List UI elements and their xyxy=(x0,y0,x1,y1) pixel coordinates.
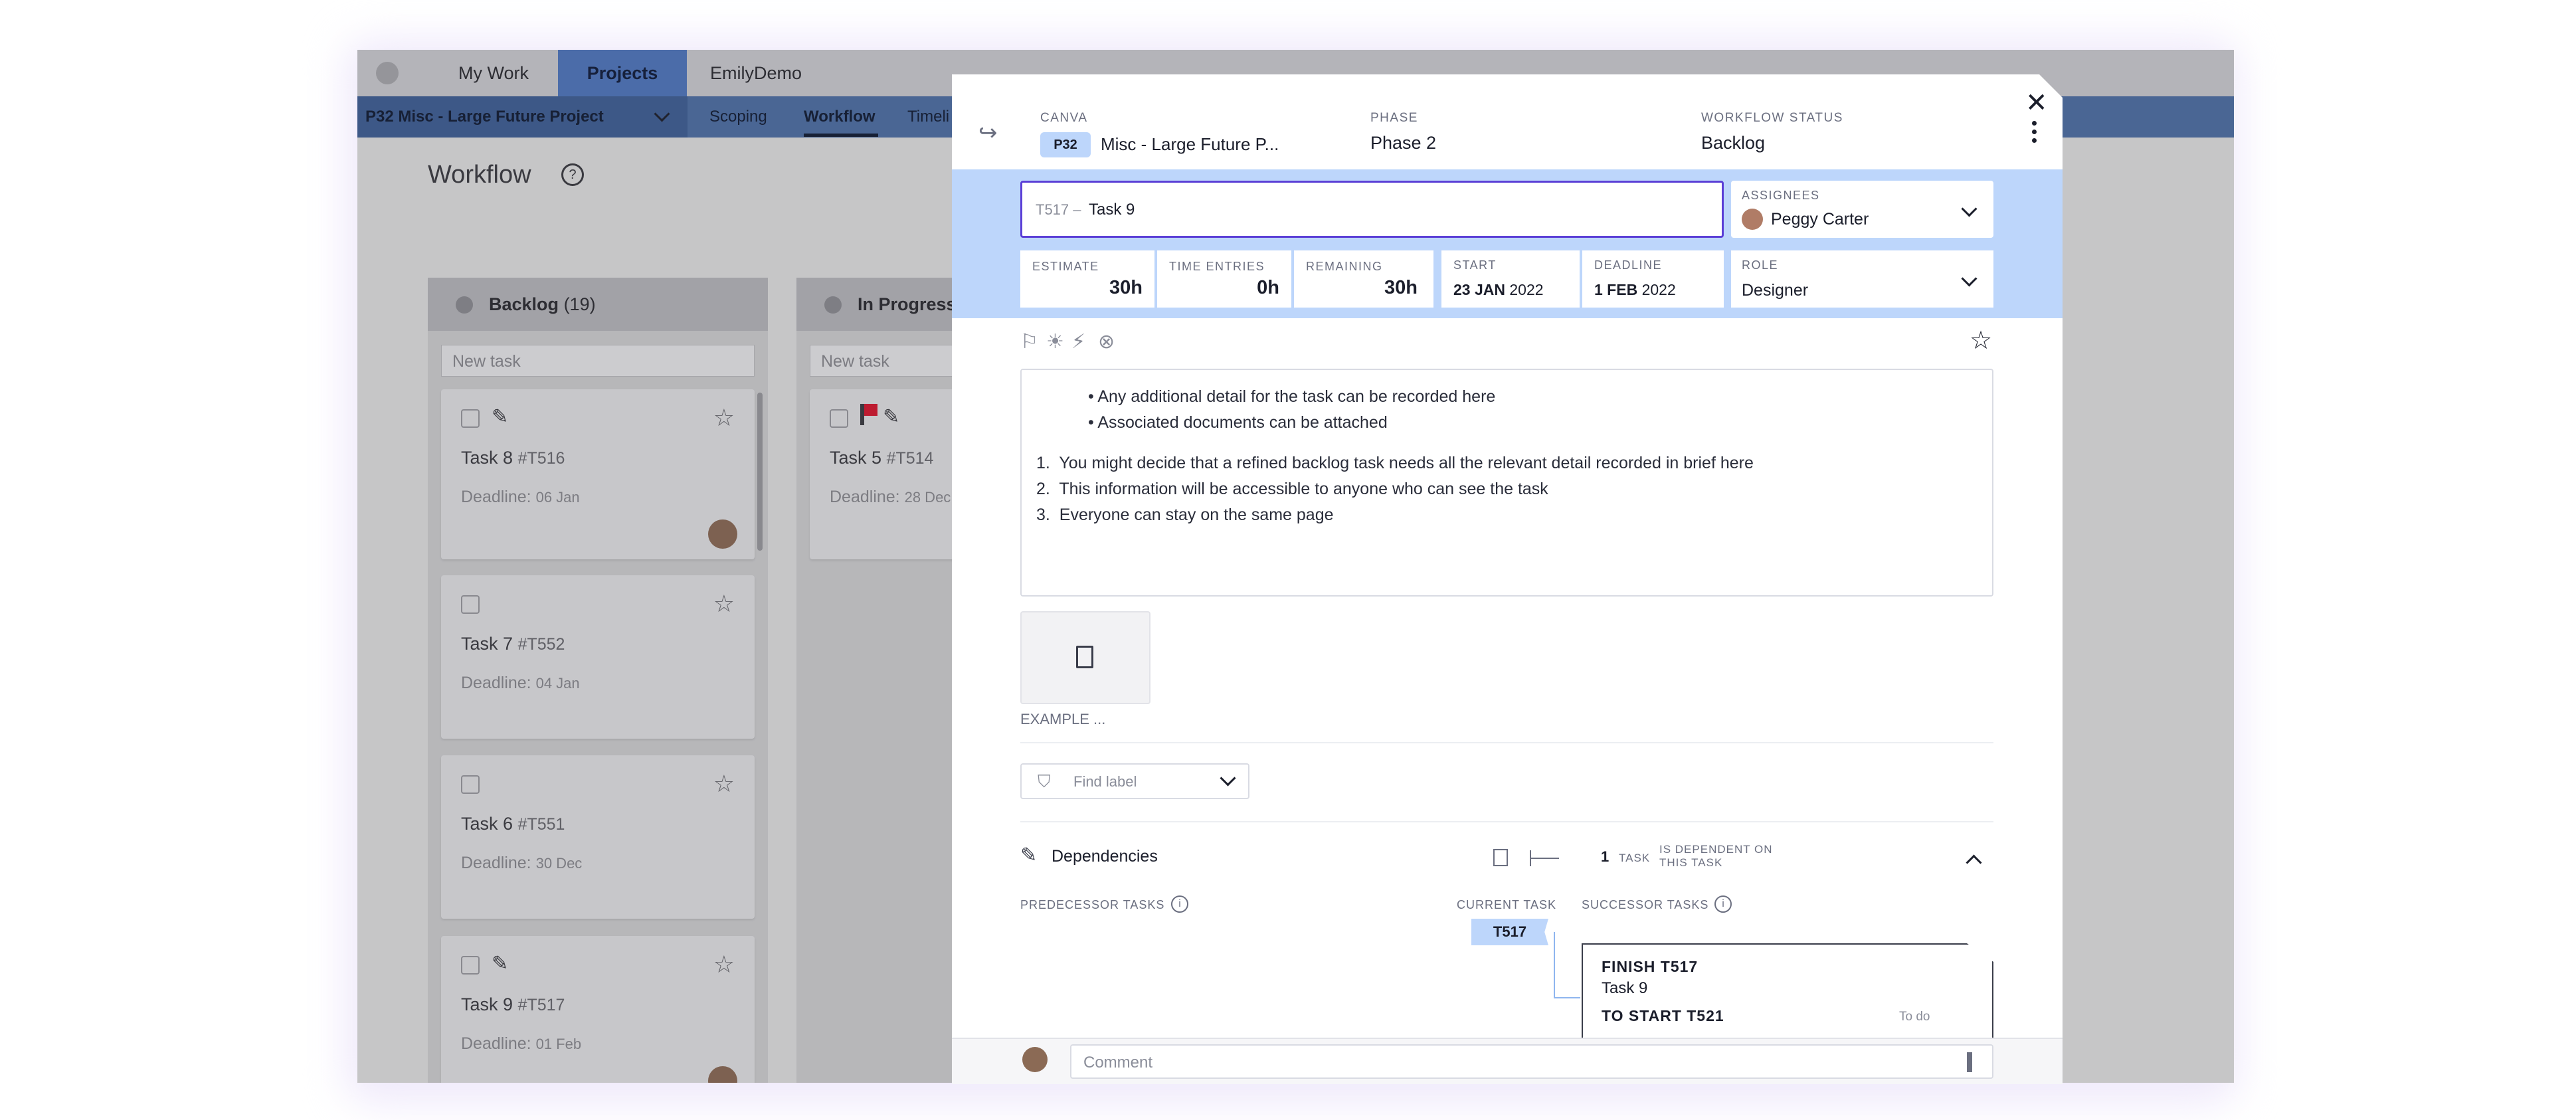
comment-bar: Comment xyxy=(952,1038,2063,1084)
deadline-label: DEADLINE xyxy=(1594,258,1663,272)
start-day: 23 JAN xyxy=(1453,281,1505,298)
close-icon[interactable]: ✕ xyxy=(2025,88,2048,118)
bullet-item: Associated documents can be attached xyxy=(1097,413,1388,432)
start-year: 2022 xyxy=(1509,281,1544,298)
time-entries-value: 0h xyxy=(1257,277,1279,298)
time-entries-label: TIME ENTRIES xyxy=(1169,260,1265,273)
task-name-field[interactable]: T517 – Task 9 xyxy=(1020,181,1724,238)
star-icon[interactable]: ☆ xyxy=(1970,326,1992,355)
numbered-item: Everyone can stay on the same page xyxy=(1059,506,1334,524)
finish-task: Task 9 xyxy=(1602,979,1648,997)
assignees-dropdown[interactable]: ASSIGNEES Peggy Carter xyxy=(1731,181,1993,238)
estimate-label: ESTIMATE xyxy=(1032,260,1099,273)
role-label: ROLE xyxy=(1742,258,1779,272)
blocked-icon[interactable]: ⚡ xyxy=(1071,330,1085,353)
numbered-item: This information will be accessible to a… xyxy=(1059,480,1548,498)
dependency-link-bar xyxy=(1530,850,1531,866)
dependent-unit: TASK xyxy=(1619,852,1651,864)
attachment-thumbnail[interactable] xyxy=(1020,611,1150,704)
task-id-prefix: T517 – xyxy=(1036,201,1081,218)
divider xyxy=(1020,742,1993,743)
cancel-icon[interactable]: ⊗ xyxy=(1098,330,1115,353)
divider xyxy=(1020,821,1993,822)
bullet-item: Any additional detail for the task can b… xyxy=(1097,387,1496,406)
bullet-list: • Any additional detail for the task can… xyxy=(1088,387,1496,432)
numbered-item: You might decide that a refined backlog … xyxy=(1059,454,1754,472)
remaining-field[interactable]: REMAINING 30h xyxy=(1294,250,1433,308)
avatar xyxy=(1742,209,1763,230)
task-name-value[interactable]: Task 9 xyxy=(1089,201,1135,219)
comment-placeholder: Comment xyxy=(1083,1054,1153,1072)
find-label-dropdown[interactable]: ⛉ Find label xyxy=(1020,763,1249,799)
assignees-label: ASSIGNEES xyxy=(1742,189,1820,202)
task-modal: ↪ CANVA P32 Misc - Large Future P... PHA… xyxy=(952,74,2063,1084)
more-options-icon[interactable] xyxy=(2032,121,2037,143)
tag-icon: ⛉ xyxy=(1038,771,1051,791)
time-entries-field[interactable]: TIME ENTRIES 0h xyxy=(1157,250,1291,308)
share-icon[interactable]: ↪ xyxy=(978,120,998,146)
start-label: START xyxy=(1453,258,1497,272)
find-label-placeholder: Find label xyxy=(1073,773,1137,790)
current-task-label: CURRENT TASK xyxy=(1457,898,1557,911)
successor-status: To do xyxy=(1899,1010,1930,1024)
deadline-day: 1 FEB xyxy=(1594,281,1638,298)
resize-handle[interactable] xyxy=(1967,1052,1972,1072)
phase-label: PHASE xyxy=(1370,111,1418,125)
deadline-year: 2022 xyxy=(1641,281,1676,298)
info-icon[interactable]: i xyxy=(1714,895,1732,913)
bug-icon[interactable]: ☀ xyxy=(1046,330,1064,353)
estimate-field[interactable]: ESTIMATE 30h xyxy=(1020,250,1154,308)
project-name[interactable]: Misc - Large Future P... xyxy=(1101,134,1279,155)
current-task-chip[interactable]: T517 xyxy=(1471,919,1548,945)
finish-line: FINISH T517 xyxy=(1602,958,1699,975)
remaining-label: REMAINING xyxy=(1306,260,1383,273)
file-icon xyxy=(1076,646,1093,668)
successor-label: SUCCESSOR TASKS xyxy=(1582,898,1709,911)
chevron-down-icon xyxy=(1220,770,1236,787)
attachment-name[interactable]: EXAMPLE ... xyxy=(1020,711,1105,728)
collapse-icon[interactable] xyxy=(1966,854,1982,871)
dependent-count: 1 xyxy=(1601,848,1610,865)
comment-input[interactable]: Comment xyxy=(1070,1044,1993,1079)
estimate-value: 30h xyxy=(1109,277,1143,298)
assignee-name: Peggy Carter xyxy=(1771,210,1869,229)
chevron-down-icon xyxy=(1961,270,1978,287)
start-line: TO START T521 xyxy=(1602,1007,1724,1024)
connector-line xyxy=(1554,932,1555,997)
avatar xyxy=(1022,1047,1048,1072)
deadline-field[interactable]: DEADLINE 1 FEB 2022 xyxy=(1582,250,1724,308)
role-dropdown[interactable]: ROLE Designer xyxy=(1731,250,1993,308)
remaining-value: 30h xyxy=(1384,277,1418,298)
predecessor-label: PREDECESSOR TASKS xyxy=(1020,898,1165,911)
description-editor[interactable]: • Any additional detail for the task can… xyxy=(1020,369,1993,597)
connector-line xyxy=(1554,997,1580,998)
page-icon xyxy=(1493,849,1508,866)
dependent-text: IS DEPENDENT ON THIS TASK xyxy=(1659,843,1773,869)
role-value: Designer xyxy=(1742,281,1809,300)
workflow-status-value[interactable]: Backlog xyxy=(1701,133,1765,153)
dependency-icon: ✎ xyxy=(1020,844,1038,866)
chevron-down-icon xyxy=(1961,201,1978,217)
canva-label: CANVA xyxy=(1040,111,1088,125)
dependencies-title: Dependencies xyxy=(1052,847,1158,866)
start-date-field[interactable]: START 23 JAN 2022 xyxy=(1441,250,1580,308)
info-icon[interactable]: i xyxy=(1171,895,1188,913)
workflow-status-label: WORKFLOW STATUS xyxy=(1701,111,1843,125)
numbered-list: 1. You might decide that a refined backl… xyxy=(1036,454,1754,524)
flag-icon[interactable]: ⚐ xyxy=(1020,330,1038,353)
dependency-link-icon xyxy=(1530,858,1559,859)
phase-value[interactable]: Phase 2 xyxy=(1370,133,1436,153)
project-badge[interactable]: P32 xyxy=(1040,132,1091,157)
